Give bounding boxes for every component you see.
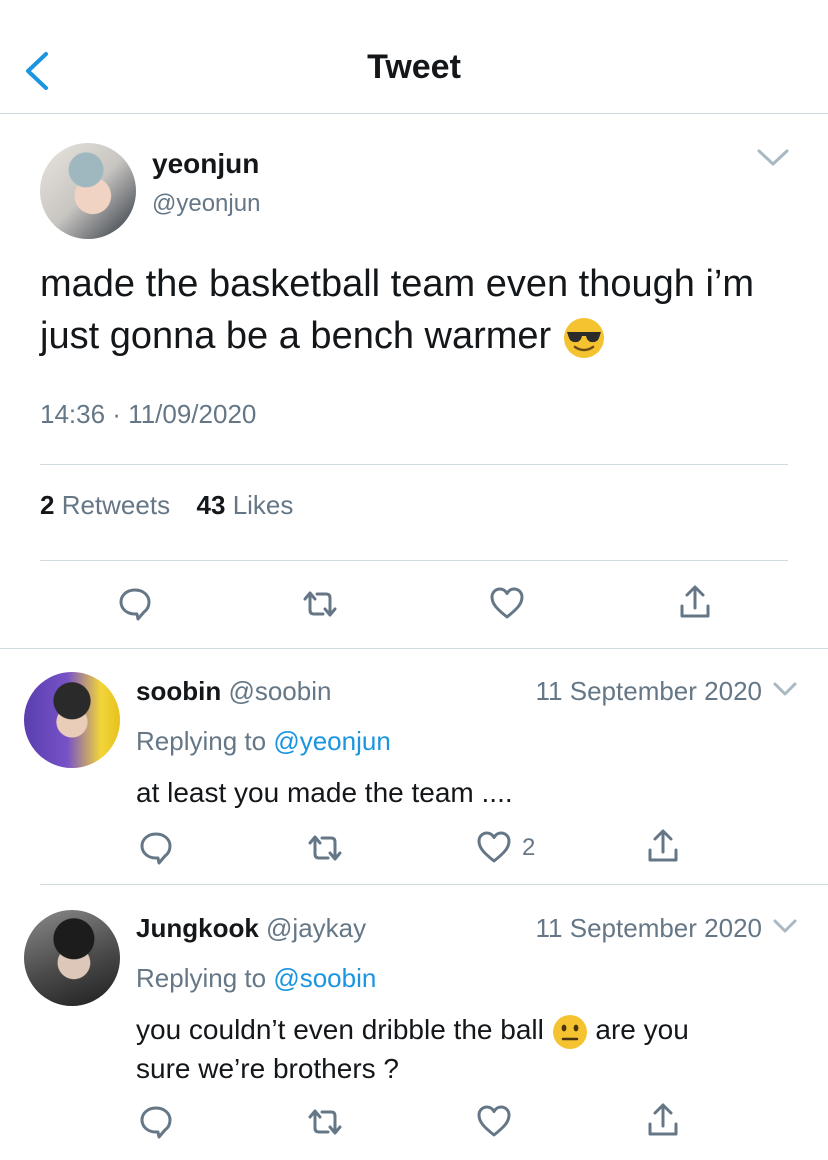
reply-text: at least you made the team .... (136, 777, 513, 808)
retweet-icon (308, 1109, 342, 1135)
share-icon (648, 1103, 678, 1136)
reply-date: 11 September 2020 (535, 913, 762, 943)
divider (40, 464, 788, 465)
reply-text-part: are you (595, 1014, 689, 1045)
tweet-timestamp: 14:36 · 11/09/2020 (40, 399, 257, 429)
reply-menu-button[interactable] (772, 680, 798, 698)
tweet-stats: 2 Retweets 43 Likes (40, 490, 293, 521)
likes-count: 43 (196, 490, 226, 520)
retweet-icon (308, 835, 342, 861)
reply-icon (140, 832, 172, 865)
chevron-down-icon (757, 149, 789, 166)
heart-icon (477, 1105, 511, 1137)
retweets-label: Retweets (54, 490, 171, 520)
likes-stat[interactable]: 43 Likes (197, 490, 294, 520)
divider (0, 648, 828, 649)
avatar[interactable] (24, 910, 120, 1006)
reply-header: Jungkook @jaykay (136, 913, 366, 944)
share-icon (680, 585, 710, 618)
reply-icon (140, 1106, 172, 1139)
replying-to-label: Replying to (136, 963, 274, 993)
reply-text-part: you couldn’t even dribble the ball (136, 1014, 544, 1045)
retweet-button[interactable] (302, 588, 338, 620)
sunglasses-emoji-icon (562, 316, 606, 360)
reply-text: you couldn’t even dribble the ball are y… (136, 1011, 796, 1088)
retweets-count: 2 (40, 490, 55, 520)
chevron-down-icon (773, 682, 797, 696)
likes-label: Likes (225, 490, 294, 520)
replying-to-link[interactable]: @soobin (273, 963, 376, 993)
chevron-down-icon (773, 919, 797, 933)
reply-text-line: sure we’re brothers ? (136, 1052, 400, 1084)
neutral-face-emoji-icon (552, 1014, 588, 1050)
tweet-menu-button[interactable] (756, 147, 790, 169)
share-button[interactable] (679, 584, 711, 620)
replying-to: Replying to @soobin (136, 963, 376, 994)
reply-author-name[interactable]: Jungkook (136, 913, 259, 943)
retweet-button[interactable] (307, 1106, 343, 1138)
replying-to-label: Replying to (136, 726, 274, 756)
author-handle[interactable]: @yeonjun (152, 190, 260, 218)
heart-icon (477, 831, 511, 863)
page-title: Tweet (367, 48, 461, 86)
author-name[interactable]: yeonjun (152, 148, 259, 180)
reply-author-name[interactable]: soobin (136, 676, 221, 706)
tweet-text-content: made the basketball team even though i’m… (40, 263, 754, 357)
reply-date: 11 September 2020 (535, 676, 762, 706)
share-icon (648, 829, 678, 862)
reply-button[interactable] (138, 830, 174, 866)
share-button[interactable] (647, 1102, 679, 1138)
replying-to: Replying to @yeonjun (136, 726, 391, 757)
share-button[interactable] (647, 828, 679, 864)
reply-author-handle[interactable]: @jaykay (266, 913, 366, 943)
reply-button[interactable] (138, 1104, 174, 1140)
like-button[interactable] (476, 830, 512, 864)
avatar[interactable] (24, 672, 120, 768)
like-button[interactable] (489, 586, 525, 620)
reply-button[interactable] (117, 586, 153, 622)
divider (40, 560, 788, 561)
divider (40, 884, 828, 885)
reply-author-handle[interactable]: @soobin (228, 676, 331, 706)
tweet-text: made the basketball team even though i’m… (40, 258, 800, 362)
reply-header: soobin @soobin (136, 676, 331, 707)
like-count: 2 (522, 834, 536, 861)
replying-to-link[interactable]: @yeonjun (273, 726, 390, 756)
heart-icon (490, 587, 524, 619)
reply-icon (119, 588, 151, 621)
reply-menu-button[interactable] (772, 917, 798, 935)
like-button[interactable] (476, 1104, 512, 1138)
retweet-button[interactable] (307, 832, 343, 864)
header-divider (0, 113, 828, 114)
retweets-stat[interactable]: 2 Retweets (40, 490, 170, 520)
retweet-icon (303, 591, 337, 617)
avatar[interactable] (40, 143, 136, 239)
